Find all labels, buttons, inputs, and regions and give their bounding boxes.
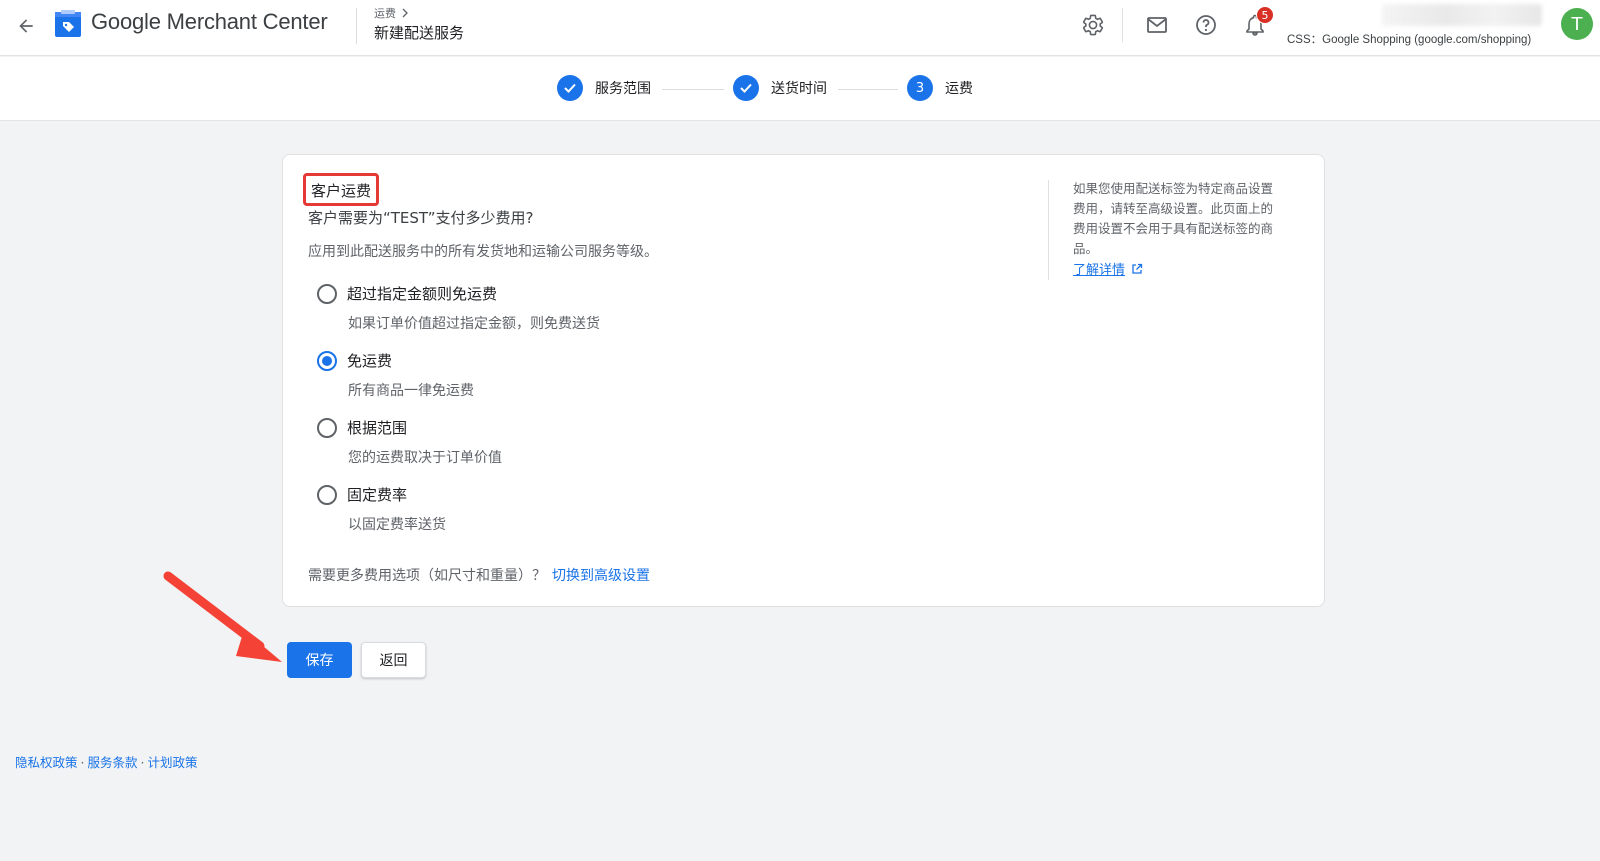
annotation-arrow-icon xyxy=(163,571,282,662)
step-number: 3 xyxy=(907,75,933,101)
radio-button-selected[interactable] xyxy=(317,350,337,371)
step-delivery-time[interactable]: 送货时间 xyxy=(733,75,827,101)
radio-button[interactable] xyxy=(317,484,337,505)
page-title: 新建配送服务 xyxy=(374,24,465,42)
privacy-policy-link[interactable]: 隐私权政策 xyxy=(15,755,78,770)
step-connector xyxy=(662,89,724,90)
radio-label: 免运费 xyxy=(347,352,393,370)
avatar[interactable]: T xyxy=(1561,8,1593,40)
footer-separator: · xyxy=(80,755,85,770)
title-divider xyxy=(356,8,357,44)
terms-of-service-link[interactable]: 服务条款 xyxy=(88,755,138,770)
radio-button[interactable] xyxy=(317,417,337,438)
more-options-question: 需要更多费用选项（如尺寸和重量）？ xyxy=(308,568,546,584)
side-info-text: 如果您使用配送标签为特定商品设置费用，请转至高级设置。此页面上的费用设置不会用于… xyxy=(1073,181,1274,256)
merchant-center-logo-icon[interactable] xyxy=(54,10,82,38)
top-app-bar: Google Merchant Center 运费 新建配送服务 5 CSS：G… xyxy=(0,0,1600,56)
css-label[interactable]: CSS：Google Shopping (google.com/shopping… xyxy=(1287,31,1531,47)
breadcrumb-parent[interactable]: 运费 xyxy=(374,5,396,21)
advanced-settings-link[interactable]: 切换到高级设置 xyxy=(552,568,650,584)
learn-more-label[interactable]: 了解详情 xyxy=(1073,259,1125,278)
program-policy-link[interactable]: 计划政策 xyxy=(148,755,198,770)
radio-label: 固定费率 xyxy=(347,486,408,504)
step-connector xyxy=(838,89,898,90)
radio-description: 以固定费率送货 xyxy=(348,517,446,533)
account-name-blurred xyxy=(1382,4,1542,26)
footer-separator: · xyxy=(140,755,145,770)
radio-description: 所有商品一律免运费 xyxy=(348,383,474,399)
back-button[interactable]: 返回 xyxy=(361,642,426,678)
step-label: 送货时间 xyxy=(771,81,827,97)
rate-subtext: 应用到此配送服务中的所有发货地和运输公司服务等级。 xyxy=(308,244,658,260)
more-options-text: 需要更多费用选项（如尺寸和重量）？ 切换到高级设置 xyxy=(308,565,650,585)
rate-question: 客户需要为“TEST”支付多少费用? xyxy=(308,209,534,227)
step-label: 服务范围 xyxy=(595,81,651,97)
breadcrumb[interactable]: 运费 xyxy=(374,5,410,21)
gear-icon[interactable] xyxy=(1078,10,1108,40)
shipping-rate-card: 客户运费 客户需要为“TEST”支付多少费用? 应用到此配送服务中的所有发货地和… xyxy=(282,154,1325,607)
check-icon xyxy=(557,75,583,101)
footer-links: 隐私权政策 · 服务条款 · 计划政策 xyxy=(15,752,198,771)
radio-free-shipping[interactable]: 免运费 xyxy=(317,350,392,371)
app-title[interactable]: Google Merchant Center xyxy=(91,9,328,35)
radio-button[interactable] xyxy=(317,283,337,304)
radio-label: 根据范围 xyxy=(347,419,408,437)
step-shipping-rate[interactable]: 3 运费 xyxy=(907,75,973,101)
highlight-annotation-box xyxy=(303,173,379,206)
radio-flat-rate[interactable]: 固定费率 xyxy=(317,484,407,505)
side-divider xyxy=(1048,180,1049,280)
radio-by-range[interactable]: 根据范围 xyxy=(317,417,407,438)
stepper: 服务范围 送货时间 3 运费 xyxy=(0,57,1600,121)
chevron-right-icon xyxy=(402,8,408,18)
back-arrow-icon[interactable] xyxy=(10,10,42,42)
learn-more-link[interactable]: 了解详情 xyxy=(1073,259,1143,278)
radio-description: 您的运费取决于订单价值 xyxy=(348,450,502,466)
external-link-icon xyxy=(1132,263,1143,274)
radio-label: 超过指定金额则免运费 xyxy=(347,285,498,303)
radio-description: 如果订单价值超过指定金额，则免费送货 xyxy=(348,316,600,332)
notification-badge: 5 xyxy=(1256,6,1274,24)
mail-icon[interactable] xyxy=(1142,10,1172,40)
save-button[interactable]: 保存 xyxy=(287,642,352,678)
help-icon[interactable] xyxy=(1191,10,1221,40)
radio-free-over-amount[interactable]: 超过指定金额则免运费 xyxy=(317,283,497,304)
header-divider xyxy=(1122,8,1123,42)
step-label: 运费 xyxy=(945,81,973,97)
step-service-area[interactable]: 服务范围 xyxy=(557,75,651,101)
check-icon xyxy=(733,75,759,101)
